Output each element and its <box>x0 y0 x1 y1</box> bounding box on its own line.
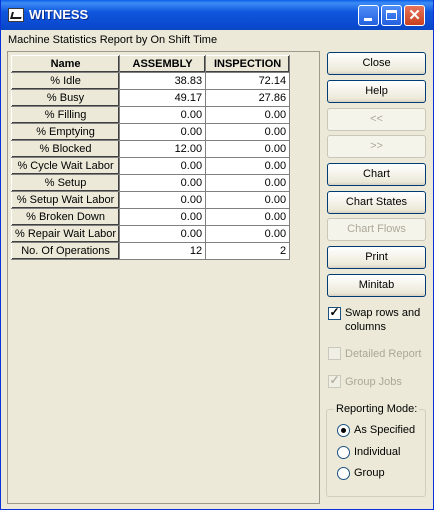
previous-button[interactable]: << <box>327 108 426 131</box>
cell-inspection[interactable]: 2 <box>205 242 291 260</box>
cell-assembly[interactable]: 0.00 <box>119 106 207 124</box>
swap-rows-checkbox[interactable]: ✓ <box>328 305 341 320</box>
radio-as-specified[interactable] <box>337 424 350 437</box>
cell-inspection[interactable]: 0.00 <box>205 191 291 209</box>
group-jobs-checkbox[interactable]: ✓ <box>328 373 341 388</box>
cell-assembly[interactable]: 49.17 <box>119 89 207 107</box>
radio-label-individual: Individual <box>354 446 401 458</box>
cell-inspection[interactable]: 0.00 <box>205 123 291 141</box>
report-subtitle: Machine Statistics Report by On Shift Ti… <box>8 34 218 46</box>
witness-window: WITNESS ✕ Machine Statistics Report by O… <box>0 0 434 510</box>
minitab-button[interactable]: Minitab <box>327 274 426 297</box>
cell-assembly[interactable]: 0.00 <box>119 174 207 192</box>
column-header-assembly[interactable]: ASSEMBLY <box>119 55 207 73</box>
cell-assembly[interactable]: 38.83 <box>119 72 207 90</box>
radio-individual[interactable] <box>337 446 350 459</box>
print-button[interactable]: Print <box>327 246 426 269</box>
statistics-table: Name ASSEMBLY INSPECTION % Idle 38.83 72… <box>10 55 291 260</box>
table-row: % Setup 0.00 0.00 <box>10 174 291 192</box>
table-row: % Busy 49.17 27.86 <box>10 89 291 107</box>
table-row: % Setup Wait Labor 0.00 0.00 <box>10 191 291 209</box>
row-header[interactable]: % Setup <box>10 174 121 192</box>
swap-rows-label: Swap rows and columns <box>345 306 420 334</box>
row-header[interactable]: % Broken Down <box>10 208 121 226</box>
maximize-button[interactable] <box>381 5 402 26</box>
cell-inspection[interactable]: 0.00 <box>205 140 291 158</box>
detailed-report-checkbox[interactable] <box>328 347 341 360</box>
row-header[interactable]: % Blocked <box>10 140 121 158</box>
close-window-button[interactable]: ✕ <box>404 5 425 26</box>
cell-inspection[interactable]: 0.00 <box>205 174 291 192</box>
minimize-icon <box>364 18 372 21</box>
cell-inspection[interactable]: 0.00 <box>205 157 291 175</box>
checkmark-icon: ✓ <box>329 305 340 319</box>
swap-rows-label-line1: Swap rows and <box>345 307 421 319</box>
close-button[interactable]: Close <box>327 52 426 75</box>
row-header[interactable]: % Filling <box>10 106 121 124</box>
row-header[interactable]: % Cycle Wait Labor <box>10 157 121 175</box>
cell-inspection[interactable]: 0.00 <box>205 208 291 226</box>
table-row: % Filling 0.00 0.00 <box>10 106 291 124</box>
radio-selected-dot <box>341 428 346 433</box>
title-bar[interactable]: WITNESS ✕ <box>1 0 433 30</box>
row-header[interactable]: % Idle <box>10 72 121 90</box>
reporting-mode-legend: Reporting Mode: <box>334 403 420 415</box>
row-header[interactable]: % Repair Wait Labor <box>10 225 121 243</box>
next-button[interactable]: >> <box>327 135 426 158</box>
column-header-name[interactable]: Name <box>10 55 121 73</box>
cell-inspection[interactable]: 0.00 <box>205 225 291 243</box>
maximize-icon <box>386 10 397 20</box>
cell-inspection[interactable]: 72.14 <box>205 72 291 90</box>
close-icon: ✕ <box>408 7 421 24</box>
table-header-row: Name ASSEMBLY INSPECTION <box>10 55 291 73</box>
radio-label-as-specified: As Specified <box>354 424 416 436</box>
row-header[interactable]: % Busy <box>10 89 121 107</box>
app-icon[interactable] <box>8 8 24 22</box>
cell-inspection[interactable]: 27.86 <box>205 89 291 107</box>
table-row: % Blocked 12.00 0.00 <box>10 140 291 158</box>
cell-assembly[interactable]: 0.00 <box>119 191 207 209</box>
window-title: WITNESS <box>29 7 89 22</box>
table-row: % Idle 38.83 72.14 <box>10 72 291 90</box>
row-header[interactable]: % Setup Wait Labor <box>10 191 121 209</box>
statistics-grid[interactable]: Name ASSEMBLY INSPECTION % Idle 38.83 72… <box>7 51 320 504</box>
table-row: % Broken Down 0.00 0.00 <box>10 208 291 226</box>
checkmark-icon: ✓ <box>329 373 340 387</box>
cell-assembly[interactable]: 12.00 <box>119 140 207 158</box>
cell-assembly[interactable]: 0.00 <box>119 123 207 141</box>
cell-inspection[interactable]: 0.00 <box>205 106 291 124</box>
cell-assembly[interactable]: 0.00 <box>119 225 207 243</box>
cell-assembly[interactable]: 0.00 <box>119 157 207 175</box>
cell-assembly[interactable]: 0.00 <box>119 208 207 226</box>
group-jobs-label: Group Jobs <box>345 376 402 388</box>
table-row: % Cycle Wait Labor 0.00 0.00 <box>10 157 291 175</box>
chart-button[interactable]: Chart <box>327 163 426 186</box>
table-row: % Repair Wait Labor 0.00 0.00 <box>10 225 291 243</box>
table-row: No. Of Operations 12 2 <box>10 242 291 260</box>
row-header[interactable]: No. Of Operations <box>10 242 121 260</box>
radio-group[interactable] <box>337 467 350 480</box>
help-button[interactable]: Help <box>327 80 426 103</box>
minimize-button[interactable] <box>358 5 379 26</box>
column-header-inspection[interactable]: INSPECTION <box>205 55 291 73</box>
radio-label-group: Group <box>354 467 385 479</box>
cell-assembly[interactable]: 12 <box>119 242 207 260</box>
chart-flows-button[interactable]: Chart Flows <box>327 218 426 241</box>
table-row: % Emptying 0.00 0.00 <box>10 123 291 141</box>
detailed-report-label: Detailed Report <box>345 348 422 360</box>
swap-rows-label-line2: columns <box>345 321 386 333</box>
row-header[interactable]: % Emptying <box>10 123 121 141</box>
chart-states-button[interactable]: Chart States <box>327 191 426 214</box>
